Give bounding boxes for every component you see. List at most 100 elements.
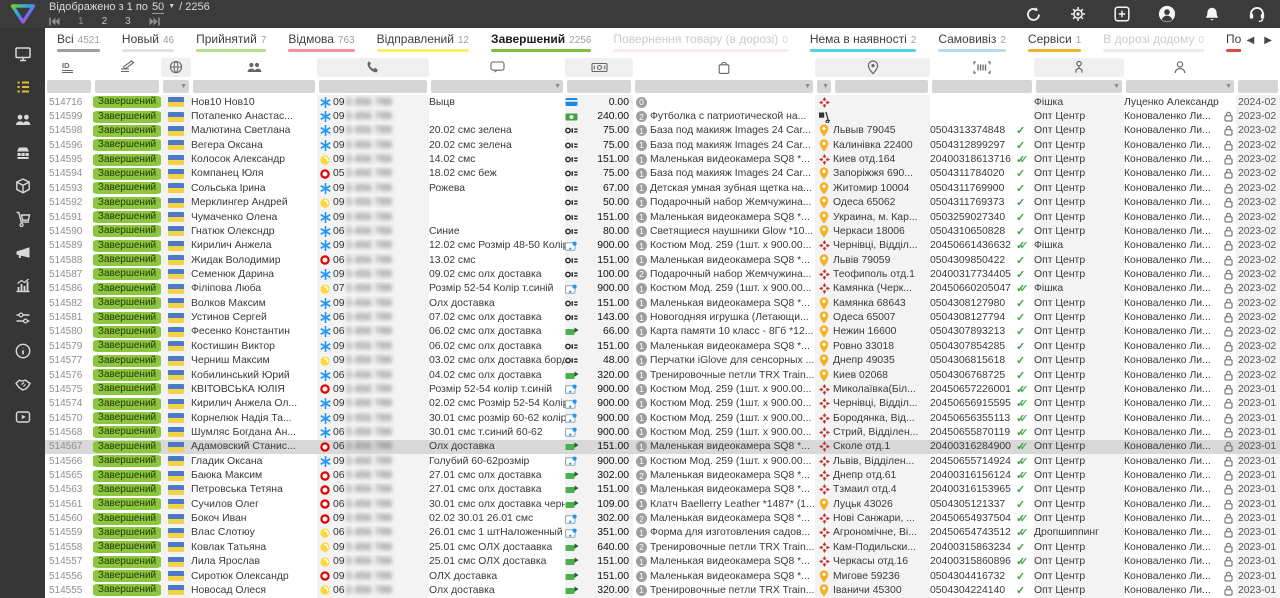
filter-delivery-select[interactable]: ▼ <box>817 80 831 93</box>
status-badge[interactable]: Завершений <box>93 369 161 381</box>
table-row[interactable]: 514559 Завершений Влас Слотюу 063 456 78… <box>45 526 1280 540</box>
table-row[interactable]: 514568 Завершений Шумляс Богдана Ан... 0… <box>45 425 1280 439</box>
support-icon[interactable] <box>1248 5 1266 23</box>
page-number[interactable]: 1 <box>78 16 84 28</box>
table-row[interactable]: 514596 Завершений Вегера Оксана 093 456 … <box>45 138 1280 152</box>
customer-name[interactable]: Філіпова Люба <box>191 282 317 296</box>
customer-name[interactable]: Жидак Володимир <box>191 253 317 267</box>
table-row[interactable]: 514575 Завершений КВІТОВСЬКА ЮЛІЯ 093 45… <box>45 382 1280 396</box>
status-badge[interactable]: Завершений <box>93 498 161 510</box>
table-row[interactable]: 514593 Завершений Сольська Ірина 093 456… <box>45 181 1280 195</box>
status-tab[interactable]: В дорозі додому0 <box>1103 32 1204 52</box>
customer-name[interactable]: Баюка Максим <box>191 468 317 482</box>
status-badge[interactable]: Завершений <box>93 297 161 309</box>
tracking-number[interactable]: 20450654937504 <box>930 511 1016 525</box>
customer-name[interactable]: Влас Слотюу <box>191 526 317 540</box>
customer-name[interactable]: Шумляс Богдана Ан... <box>191 425 317 439</box>
status-badge[interactable]: Завершений <box>93 168 161 180</box>
column-date[interactable] <box>1236 57 1280 77</box>
tracking-number[interactable]: 0504310650828 <box>930 224 1016 238</box>
status-badge[interactable]: Завершений <box>93 254 161 266</box>
tracking-number[interactable]: 20450655870119 <box>930 425 1016 439</box>
tracking-number[interactable]: 20450661436632 <box>930 239 1016 253</box>
customer-name[interactable]: Корнелюк Надія Та... <box>191 411 317 425</box>
video-icon[interactable] <box>14 408 32 426</box>
customers-icon[interactable] <box>14 111 32 129</box>
tracking-number[interactable]: 0503259027340 <box>930 210 1016 224</box>
column-manager[interactable] <box>1124 57 1236 77</box>
customer-name[interactable]: Черниш Максим <box>191 353 317 367</box>
filter-phone-input[interactable] <box>319 80 427 93</box>
status-tab[interactable]: Самовивіз2 <box>938 32 1006 52</box>
column-id[interactable]: ID <box>45 57 93 77</box>
table-row[interactable]: 514557 Завершений Лила Ярослав 093 456 7… <box>45 555 1280 569</box>
status-badge[interactable]: Завершений <box>93 527 161 539</box>
tracking-number[interactable]: 0504305121337 <box>930 497 1016 511</box>
table-row[interactable]: 514592 Завершений Мерклингер Андрей 093 … <box>45 196 1280 210</box>
status-badge[interactable]: Завершений <box>93 513 161 525</box>
tracking-number[interactable]: 20400316153965 <box>930 483 1016 497</box>
table-row[interactable]: 514591 Завершений Чумаченко Олена 093 45… <box>45 210 1280 224</box>
tracking-number[interactable]: 0504304416732 <box>930 569 1016 583</box>
procurement-icon[interactable] <box>14 210 32 228</box>
table-row[interactable]: 514716 Завершений Нов10 Нов10 093 456 78… <box>45 95 1280 109</box>
table-row[interactable]: 514566 Завершений Гладик Оксана 093 456 … <box>45 454 1280 468</box>
table-row[interactable]: 514556 Завершений Сиротюк Олександр 093 … <box>45 569 1280 583</box>
customer-name[interactable]: Лила Ярослав <box>191 555 317 569</box>
first-page-button[interactable] <box>49 17 60 26</box>
tracking-number[interactable]: 0504312899297 <box>930 138 1016 152</box>
partners-icon[interactable] <box>14 375 32 393</box>
status-badge[interactable]: Завершений <box>93 125 161 137</box>
status-badge[interactable]: Завершений <box>93 283 161 295</box>
tabs-scroll-left-icon[interactable]: ◀ <box>1247 35 1255 46</box>
status-badge[interactable]: Завершений <box>93 312 161 324</box>
table-row[interactable]: 514558 Завершений Ковлак Татьяна 093 456… <box>45 540 1280 554</box>
table-row[interactable]: 514580 Завершений Фесенко Константин 063… <box>45 325 1280 339</box>
tracking-number[interactable]: 20400317734405 <box>930 267 1016 281</box>
tracking-number[interactable]: 0504308127980 <box>930 296 1016 310</box>
tracking-number[interactable]: 0504311769373 <box>930 196 1016 210</box>
settings-icon[interactable] <box>14 309 32 327</box>
tracking-number[interactable]: 20450660205047 <box>930 282 1016 296</box>
customer-name[interactable]: Кобилинський Юрий <box>191 368 317 382</box>
table-row[interactable]: 514588 Завершений Жидак Володимир 063 45… <box>45 253 1280 267</box>
status-badge[interactable]: Завершений <box>93 355 161 367</box>
status-badge[interactable]: Завершений <box>93 455 161 467</box>
tracking-number[interactable]: 0504311784020 <box>930 167 1016 181</box>
customer-name[interactable]: Волков Максим <box>191 296 317 310</box>
info-icon[interactable] <box>14 342 32 360</box>
tracking-number[interactable]: 0504311769900 <box>930 181 1016 195</box>
table-row[interactable]: 514587 Завершений Семенюк Дарина 093 456… <box>45 267 1280 281</box>
customer-name[interactable]: Новосад Олеся <box>191 583 317 597</box>
filter-customer-input[interactable] <box>193 80 315 93</box>
customer-name[interactable]: Кирилич Анжела Ол... <box>191 397 317 411</box>
column-customer[interactable] <box>191 57 317 77</box>
bell-icon[interactable] <box>1204 6 1220 23</box>
page-number[interactable]: 2 <box>102 16 108 28</box>
filter-payment-input[interactable] <box>567 80 631 93</box>
status-tab[interactable]: Повернення товару (в дорозі)0 <box>613 32 787 52</box>
status-badge[interactable]: Завершений <box>93 584 161 596</box>
status-badge[interactable]: Завершений <box>93 570 161 582</box>
customer-name[interactable]: Ковлак Татьяна <box>191 540 317 554</box>
status-badge[interactable]: Завершений <box>93 326 161 338</box>
tracking-number[interactable]: 0504307893213 <box>930 325 1016 339</box>
customer-name[interactable]: Мерклингер Андрей <box>191 196 317 210</box>
table-row[interactable]: 514563 Завершений Петровська Тетяна 063 … <box>45 483 1280 497</box>
table-row[interactable]: 514565 Завершений Баюка Максим 063 456 7… <box>45 468 1280 482</box>
gear-icon[interactable] <box>1070 6 1086 22</box>
shop-icon[interactable] <box>14 144 32 162</box>
tracking-number[interactable]: 20400316156124 <box>930 468 1016 482</box>
tracking-number[interactable]: 20400316284900 <box>930 440 1016 454</box>
status-tab[interactable]: Новый46 <box>122 32 174 52</box>
table-row[interactable]: 514577 Завершений Черниш Максим 093 456 … <box>45 353 1280 367</box>
table-row[interactable]: 514581 Завершений Устинов Сергей 063 456… <box>45 310 1280 324</box>
table-row[interactable]: 514555 Завершений Новосад Олеся 063 456 … <box>45 583 1280 597</box>
table-row[interactable]: 514567 Завершений Адамовский Станис... 0… <box>45 440 1280 454</box>
tracking-number[interactable]: 0504306815618 <box>930 353 1016 367</box>
customer-name[interactable]: Сольська Ірина <box>191 181 317 195</box>
table-row[interactable]: 514595 Завершений Колосок Александр 093 … <box>45 152 1280 166</box>
table-row[interactable]: 514599 Завершений Потапенко Анастас... 0… <box>45 109 1280 123</box>
table-row[interactable]: 514598 Завершений Малютина Светлана 093 … <box>45 124 1280 138</box>
statistics-icon[interactable] <box>14 276 32 294</box>
